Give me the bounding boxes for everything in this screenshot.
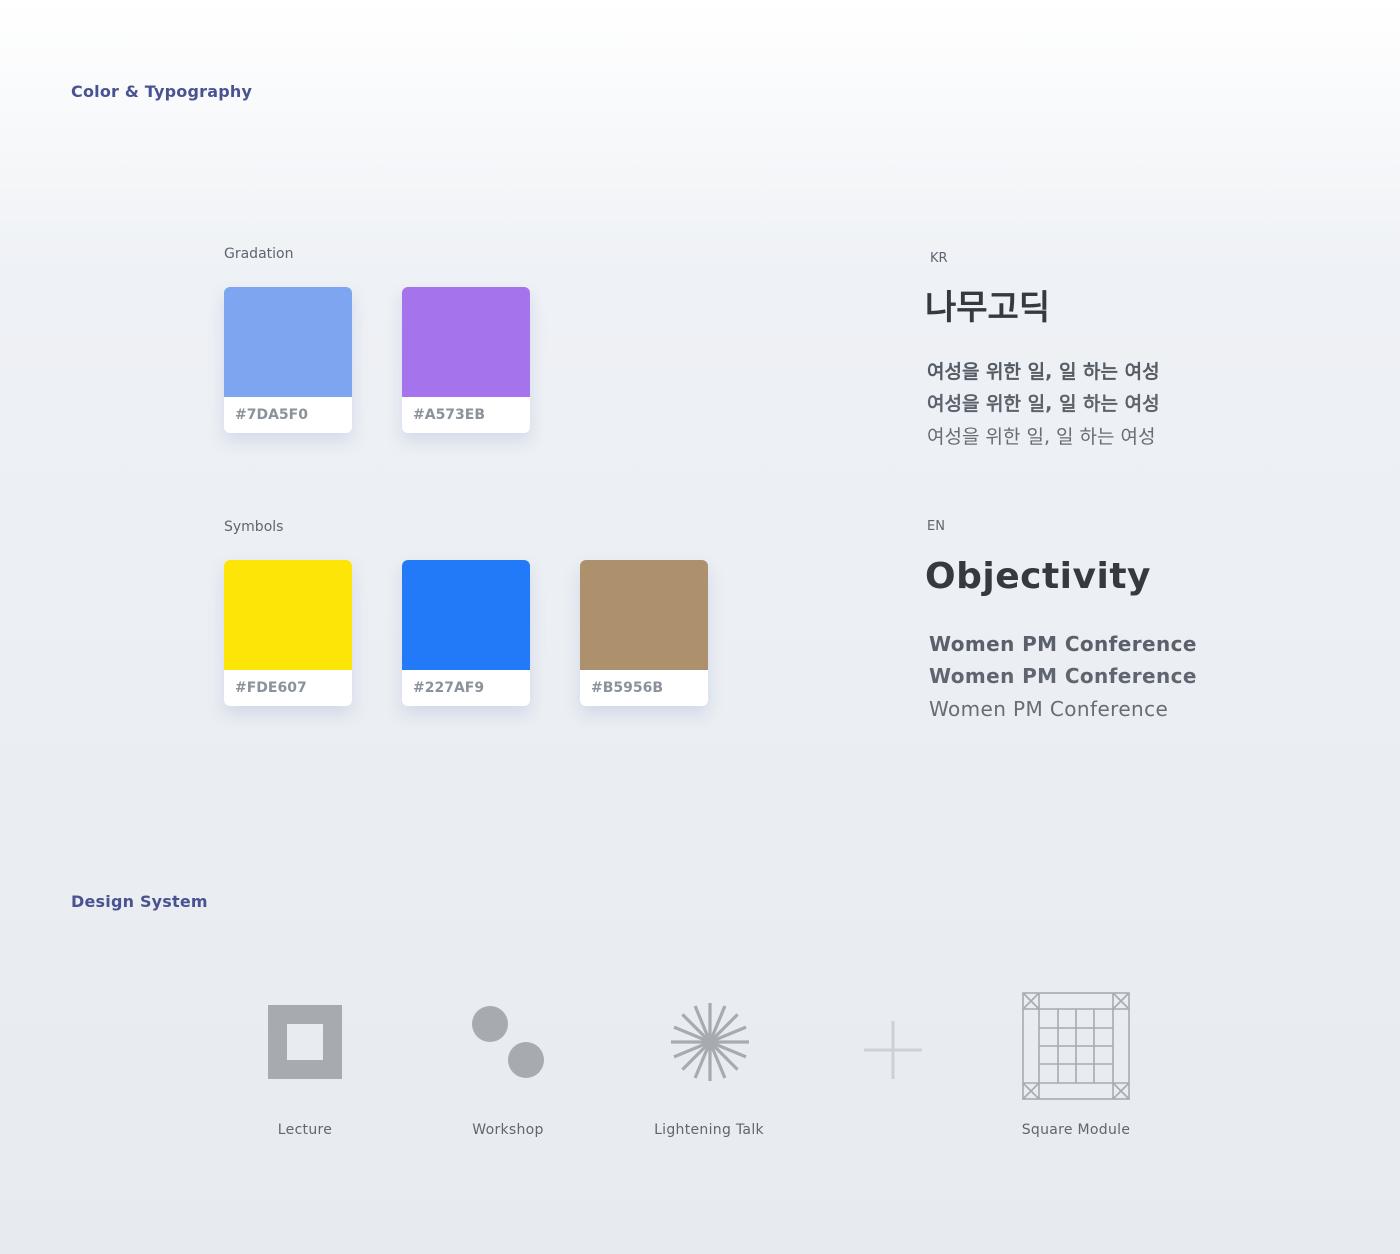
swatch-card: #227AF9 (402, 560, 530, 706)
gradation-label: Gradation (224, 246, 294, 262)
kr-font-name: 나무고딕 (925, 288, 1051, 328)
kr-sample-medium: 여성을 위한 일, 일 하는 여성 (927, 393, 1160, 415)
hex-code: #A573EB (413, 407, 486, 423)
plus-icon (864, 1021, 922, 1079)
hex-code: #7DA5F0 (235, 407, 308, 423)
swatch-card: #FDE607 (224, 560, 352, 706)
swatch-card: #A573EB (402, 287, 530, 433)
symbols-label: Symbols (224, 519, 284, 535)
hex-code: #FDE607 (235, 680, 307, 696)
en-sample-bold: Women PM Conference (929, 632, 1197, 656)
en-label: EN (927, 519, 945, 534)
square-module-label: Square Module (1021, 1122, 1131, 1138)
workshop-label: Workshop (472, 1122, 544, 1138)
en-sample-regular: Women PM Conference (929, 697, 1169, 721)
kr-sample-bold: 여성을 위한 일, 일 하는 여성 (927, 361, 1160, 383)
swatch-card: #7DA5F0 (224, 287, 352, 433)
swatch-card: #B5956B (580, 560, 708, 706)
kr-label: KR (930, 251, 948, 266)
en-font-name: Objectivity (925, 556, 1151, 597)
color-chip (580, 560, 708, 670)
kr-sample-regular: 여성을 위한 일, 일 하는 여성 (927, 426, 1156, 448)
two-circles-icon (472, 1006, 544, 1078)
color-chip (224, 560, 352, 670)
color-chip (224, 287, 352, 397)
color-chip (402, 560, 530, 670)
square-frame-icon (268, 1005, 342, 1079)
hex-code: #B5956B (591, 680, 664, 696)
starburst-icon (671, 1003, 749, 1081)
en-sample-medium: Women PM Conference (929, 664, 1197, 688)
lightening-talk-label: Lightening Talk (654, 1122, 764, 1138)
lecture-label: Lecture (277, 1122, 333, 1138)
section-title-color-typography: Color & Typography (71, 82, 253, 101)
grid-module-icon (1022, 992, 1130, 1100)
section-title-design-system: Design System (71, 892, 208, 911)
color-chip (402, 287, 530, 397)
hex-code: #227AF9 (413, 680, 485, 696)
